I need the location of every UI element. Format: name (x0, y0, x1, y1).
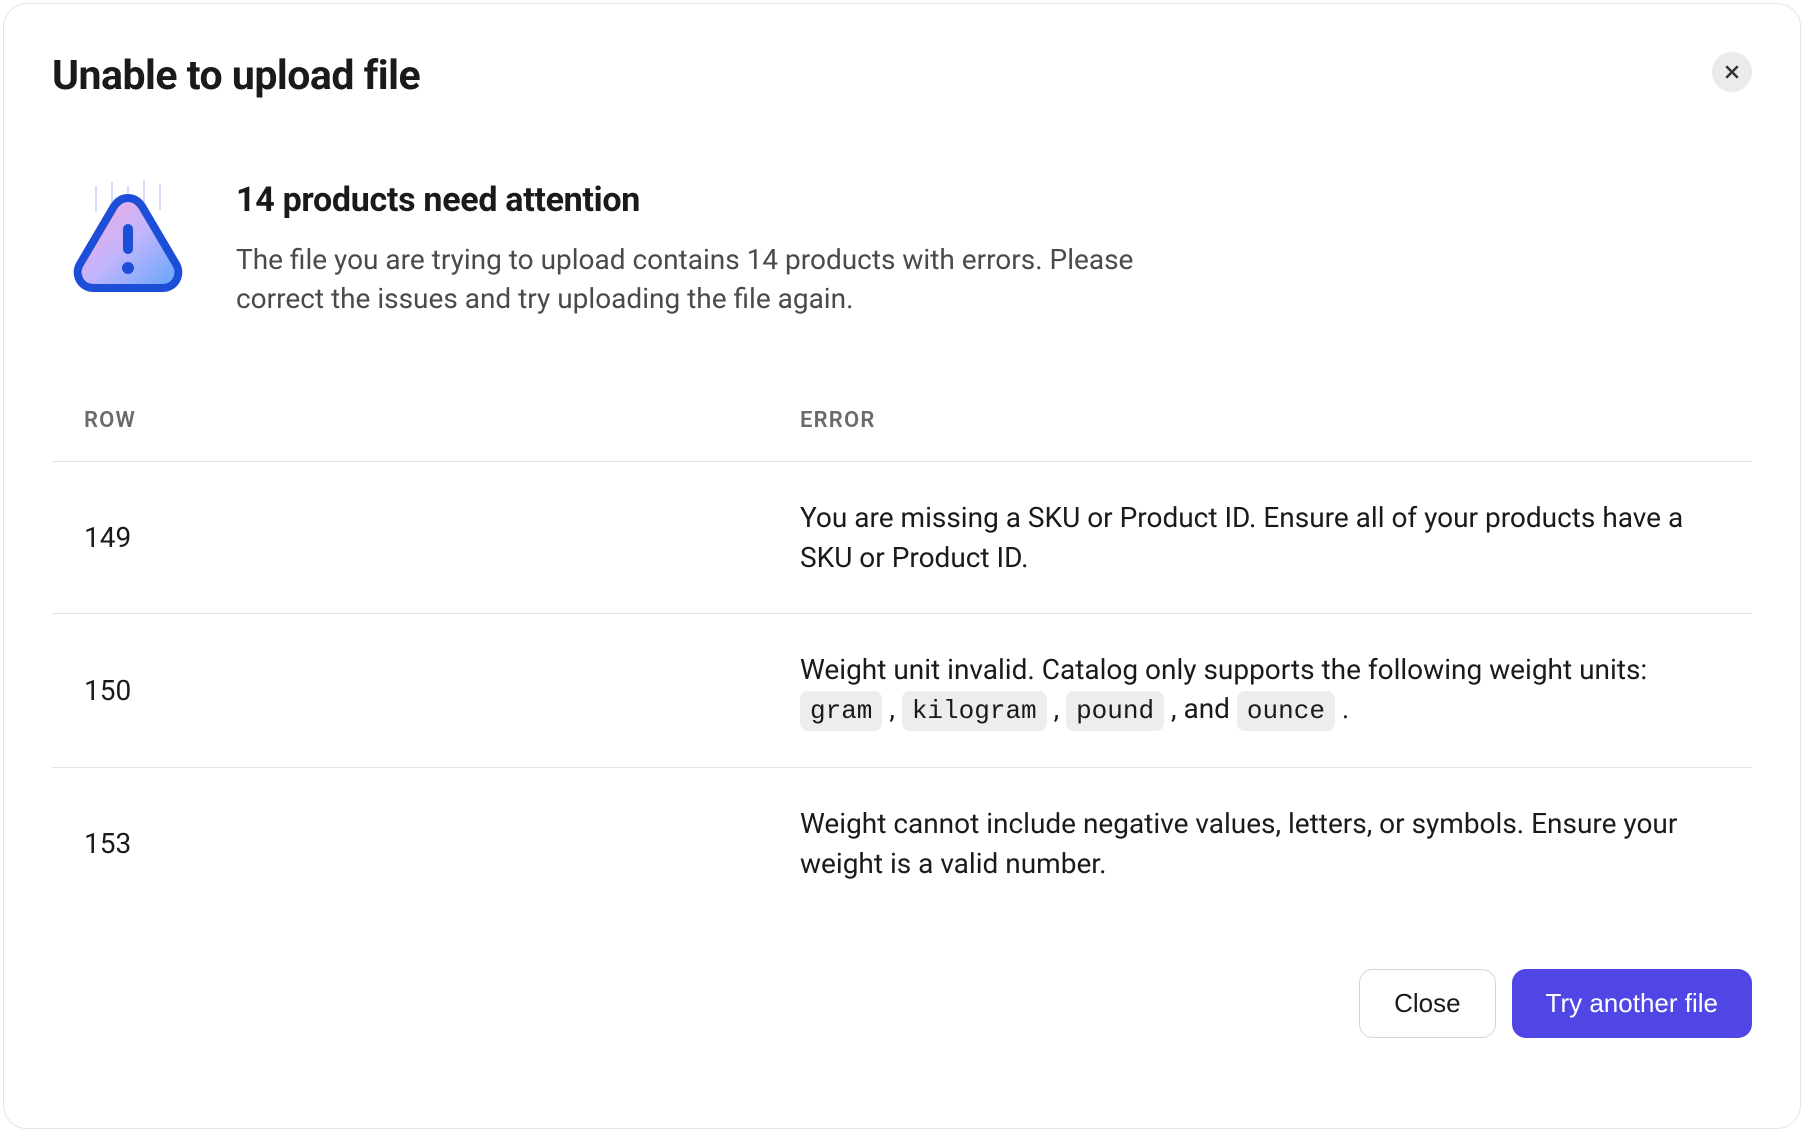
try-another-file-button[interactable]: Try another file (1512, 969, 1752, 1038)
close-footer-button[interactable]: Close (1359, 969, 1495, 1038)
alert-text: 14 products need attention The file you … (236, 180, 1176, 318)
error-message: You are missing a SKU or Product ID. Ens… (800, 462, 1752, 613)
modal-footer: Close Try another file (52, 969, 1752, 1038)
error-text-fragment: Weight cannot include negative values, l… (800, 807, 1677, 879)
row-number: 149 (52, 462, 800, 613)
table-row: 153Weight cannot include negative values… (52, 768, 1752, 919)
modal-header: Unable to upload file (52, 52, 1752, 100)
alert-body: The file you are trying to upload contai… (236, 240, 1176, 318)
code-chip: ounce (1237, 691, 1335, 731)
error-text-fragment: Weight unit invalid. Catalog only suppor… (800, 653, 1647, 686)
row-number: 150 (52, 613, 800, 768)
error-text-fragment: , (1047, 692, 1066, 725)
error-text-fragment: You are missing a SKU or Product ID. Ens… (800, 501, 1683, 573)
table-row: 149You are missing a SKU or Product ID. … (52, 462, 1752, 613)
error-text-fragment: , (882, 692, 901, 725)
code-chip: kilogram (902, 691, 1047, 731)
header-row: ROW (52, 408, 800, 462)
errors-table-body: 149You are missing a SKU or Product ID. … (52, 462, 1752, 919)
close-button[interactable] (1712, 52, 1752, 92)
row-number: 153 (52, 768, 800, 919)
error-text-fragment: . (1335, 692, 1349, 725)
header-error: ERROR (800, 408, 1752, 462)
upload-error-modal: Unable to upload file (3, 3, 1801, 1129)
code-chip: pound (1066, 691, 1164, 731)
alert-heading: 14 products need attention (236, 180, 1176, 220)
modal-title: Unable to upload file (52, 52, 420, 100)
alert-section: 14 products need attention The file you … (52, 180, 1752, 318)
error-text-fragment: , and (1164, 692, 1237, 725)
close-icon (1724, 64, 1740, 80)
table-row: 150Weight unit invalid. Catalog only sup… (52, 613, 1752, 768)
warning-icon (68, 180, 188, 300)
error-message: Weight unit invalid. Catalog only suppor… (800, 613, 1752, 768)
code-chip: gram (800, 691, 882, 731)
errors-table: ROW ERROR 149You are missing a SKU or Pr… (52, 408, 1752, 918)
error-message: Weight cannot include negative values, l… (800, 768, 1752, 919)
